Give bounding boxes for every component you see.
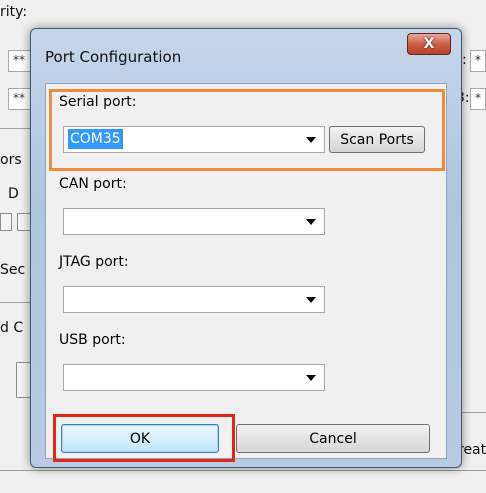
parent-right-field-2[interactable]: * [470, 88, 486, 110]
parent-field-2[interactable]: ** [8, 88, 32, 110]
chevron-down-icon [306, 375, 316, 381]
parent-checkbox-1[interactable] [0, 213, 12, 231]
parent-divider-1 [0, 128, 34, 129]
port-configuration-dialog: Port Configuration X Serial port: COM35 … [30, 28, 462, 468]
can-port-dropdown[interactable] [63, 208, 325, 235]
chevron-down-icon [306, 219, 316, 225]
chevron-down-icon [306, 297, 316, 303]
jtag-port-label: JTAG port: [59, 254, 129, 270]
parent-divider-2 [0, 302, 34, 303]
parent-label-dc: d C [0, 320, 24, 336]
parent-divider-3 [462, 412, 486, 413]
parent-label-ors: ors [0, 152, 22, 168]
cancel-button[interactable]: Cancel [236, 424, 430, 453]
parent-label-reat: reat [458, 442, 486, 458]
parent-label-sec: Sec [0, 262, 26, 278]
can-port-label: CAN port: [59, 176, 127, 192]
parent-bottom-border [0, 470, 486, 471]
serial-port-highlight [49, 89, 445, 171]
usb-port-label: USB port: [59, 332, 126, 348]
parent-label-security: rity: [0, 4, 28, 20]
parent-right-field-1[interactable]: * [470, 50, 486, 72]
parent-checkbox-2[interactable] [17, 213, 31, 231]
ok-button-highlight [53, 414, 235, 462]
parent-colon-1: : [462, 52, 467, 68]
close-button[interactable]: X [407, 33, 451, 55]
close-icon: X [423, 36, 435, 52]
jtag-port-dropdown[interactable] [63, 286, 325, 313]
dialog-title: Port Configuration [45, 48, 182, 66]
parent-field-1[interactable]: ** [8, 50, 32, 72]
parent-label-d: D [8, 186, 19, 202]
usb-port-dropdown[interactable] [63, 364, 325, 391]
